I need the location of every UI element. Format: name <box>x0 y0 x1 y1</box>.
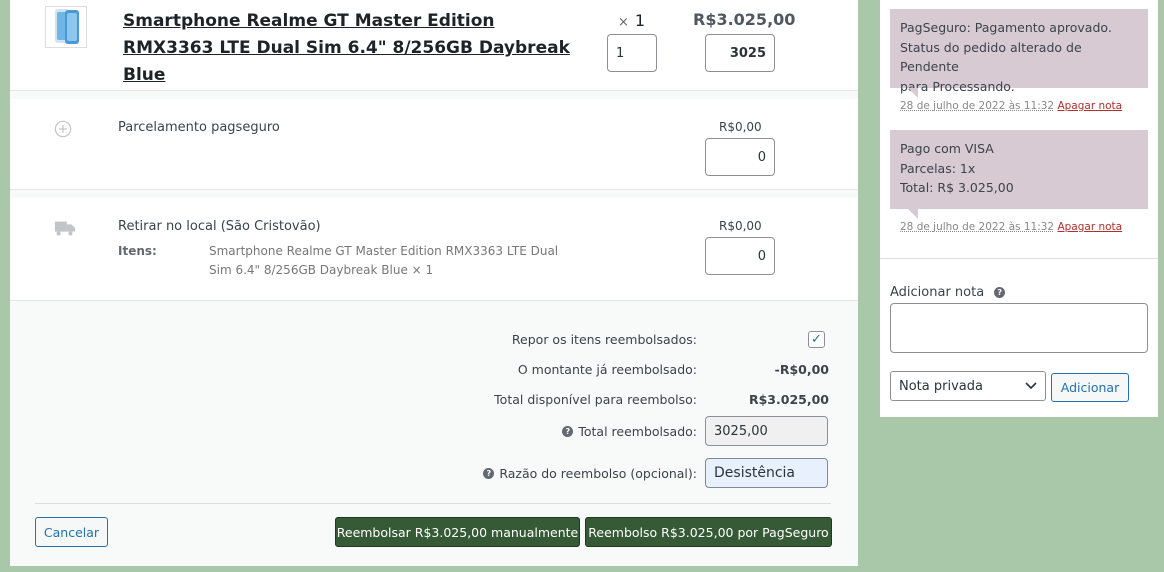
note-date: 28 de julho de 2022 às 11:32 <box>900 100 1055 112</box>
restock-label: Repor os itens reembolsados: <box>511 332 697 347</box>
note-meta: 28 de julho de 2022 às 11:32 Apagar nota <box>900 221 1122 233</box>
refund-reason-label: Razão do reembolso (opcional): <box>499 466 697 481</box>
note-meta: 28 de julho de 2022 às 11:32 Apagar nota <box>900 100 1122 112</box>
add-note-button[interactable]: Adicionar <box>1051 373 1129 402</box>
total-refunded-input[interactable]: 3025,00 <box>705 416 828 446</box>
order-items-panel: Smartphone Realme GT Master Edition RMX3… <box>10 0 858 566</box>
product-price: R$3.025,00 <box>693 10 796 29</box>
shipping-items-label: Itens: <box>118 244 157 258</box>
plus-circle-icon <box>54 120 72 138</box>
help-icon[interactable]: ? <box>483 468 495 479</box>
notes-divider <box>880 258 1158 259</box>
actions-divider <box>35 503 831 504</box>
delete-note-link[interactable]: Apagar nota <box>1057 221 1122 233</box>
add-note-label: Adicionar nota <box>890 285 985 300</box>
already-refunded-value: -R$0,00 <box>774 362 829 377</box>
fee-amount: R$0,00 <box>719 120 762 134</box>
product-name-link[interactable]: Smartphone Realme GT Master Edition RMX3… <box>123 8 583 89</box>
already-refunded-label: O montante já reembolsado: <box>517 362 697 377</box>
chevron-down-icon <box>1025 382 1037 390</box>
shipping-row: Retirar no local (São Cristovão) Itens: … <box>10 198 858 301</box>
total-refunded-label-wrap: ? Total reembolsado: <box>562 424 697 439</box>
available-refund-label: Total disponível para reembolso: <box>494 392 697 407</box>
truck-icon <box>54 221 76 236</box>
total-refunded-label: Total reembolsado: <box>578 424 697 439</box>
help-icon[interactable]: ? <box>562 426 574 437</box>
order-note: PagSeguro: Pagamento aprovado. Status do… <box>890 9 1148 98</box>
order-note: Pago com VISA Parcelas: 1x Total: R$ 3.0… <box>890 130 1148 219</box>
product-quantity: × 1 <box>618 11 646 30</box>
add-note-textarea[interactable] <box>890 303 1148 353</box>
note-date: 28 de julho de 2022 às 11:32 <box>900 221 1055 233</box>
add-note-label-wrap: Adicionar nota ? <box>890 285 1006 300</box>
help-icon[interactable]: ? <box>994 287 1006 298</box>
shipping-items-value: Smartphone Realme GT Master Edition RMX3… <box>209 244 559 277</box>
product-row: Smartphone Realme GT Master Edition RMX3… <box>10 0 858 91</box>
shipping-amount: R$0,00 <box>719 219 762 233</box>
fee-row: Parcelamento pagseguro R$0,00 0 <box>10 99 858 190</box>
shipping-title: Retirar no local (São Cristovão) <box>118 219 321 234</box>
fee-refund-input[interactable]: 0 <box>705 138 775 176</box>
delete-note-link[interactable]: Apagar nota <box>1057 100 1122 112</box>
order-notes-panel: PagSeguro: Pagamento aprovado. Status do… <box>880 0 1158 417</box>
refund-reason-input[interactable]: Desistência <box>705 458 828 488</box>
shipping-refund-input[interactable]: 0 <box>705 237 775 275</box>
available-refund-value: R$3.025,00 <box>748 392 829 407</box>
refund-quantity-input[interactable]: 1 <box>607 34 657 72</box>
cancel-button[interactable]: Cancelar <box>35 517 108 547</box>
fee-title: Parcelamento pagseguro <box>118 120 280 135</box>
note-type-select[interactable]: Nota privada <box>890 371 1046 401</box>
product-refund-amount-input[interactable]: 3025 <box>705 34 775 72</box>
gateway-refund-button[interactable]: Reembolso R$3.025,00 por PagSeguro <box>585 517 832 547</box>
refund-reason-label-wrap: ? Razão do reembolso (opcional): <box>483 466 697 481</box>
manual-refund-button[interactable]: Reembolsar R$3.025,00 manualmente <box>335 517 580 547</box>
restock-checkbox[interactable]: ✓ <box>808 331 825 348</box>
product-thumbnail[interactable] <box>45 6 87 48</box>
